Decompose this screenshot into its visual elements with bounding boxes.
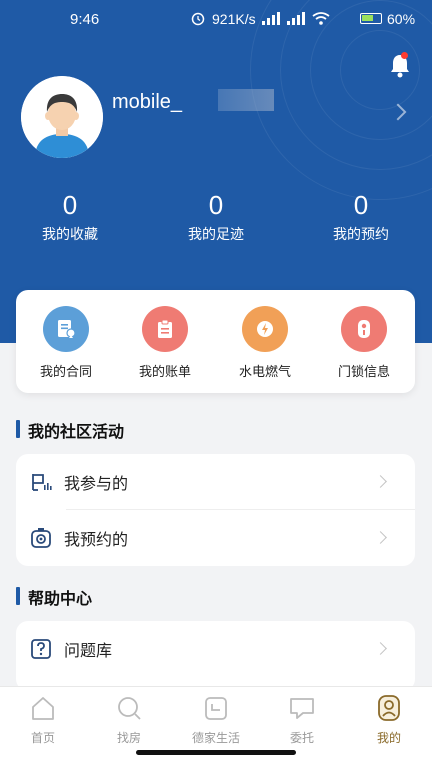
stat-label: 我的收藏 — [42, 227, 98, 243]
signal-icons — [262, 12, 330, 25]
quick-action-label: 我的合同 — [39, 365, 92, 380]
stat-reservations[interactable]: 0 我的预约 — [301, 190, 421, 244]
quick-action-utilities[interactable]: 水电燃气 — [217, 306, 313, 380]
tab-home[interactable]: 首页 — [0, 693, 86, 746]
profile-icon — [378, 695, 400, 721]
notification-dot — [401, 52, 408, 59]
tab-label: 我的 — [376, 731, 401, 745]
bottom-tab-bar: 首页 找房 德家生活 委托 我的 — [0, 686, 432, 768]
list-item-question-bank[interactable]: 问题库 — [16, 621, 415, 677]
reserved-icon — [31, 528, 51, 548]
chat-icon — [290, 698, 314, 719]
stat-label: 我的足迹 — [188, 227, 244, 243]
tab-label: 找房 — [116, 731, 141, 745]
tab-find-house[interactable]: 找房 — [86, 693, 172, 746]
status-bar: 9:46 921K/s 60% — [0, 0, 432, 38]
contract-icon — [43, 306, 89, 352]
stat-value: 0 — [208, 190, 224, 220]
quick-action-contract[interactable]: 我的合同 — [18, 306, 114, 380]
quick-action-door-lock[interactable]: 门锁信息 — [316, 306, 412, 380]
section-title-help: 帮助中心 — [16, 585, 92, 609]
life-icon — [205, 697, 227, 720]
quick-action-label: 门锁信息 — [337, 365, 390, 380]
list-item-reserved[interactable]: 我预约的 — [16, 510, 415, 566]
tab-profile[interactable]: 我的 — [346, 693, 432, 746]
search-icon — [118, 697, 141, 720]
quick-action-bill[interactable]: 我的账单 — [117, 306, 213, 380]
network-speed: 921K/s — [212, 11, 256, 27]
home-icon — [32, 697, 54, 720]
stat-value: 0 — [62, 190, 78, 220]
community-list-card: 我参与的 我预约的 — [16, 454, 415, 566]
tab-entrust[interactable]: 委托 — [259, 693, 345, 746]
wifi-icon — [312, 12, 330, 25]
chevron-right-icon — [374, 475, 387, 488]
tab-label: 委托 — [289, 731, 314, 745]
chevron-right-icon — [374, 531, 387, 544]
list-item-participated[interactable]: 我参与的 — [16, 454, 415, 510]
stat-label: 我的预约 — [333, 227, 389, 243]
bill-icon — [142, 306, 188, 352]
alarm-icon — [190, 10, 206, 30]
quick-action-label: 我的账单 — [138, 365, 191, 380]
door-lock-icon — [341, 306, 387, 352]
masked-phone-number — [218, 89, 274, 111]
tab-label: 首页 — [30, 731, 55, 745]
list-item-label: 我参与的 — [64, 474, 129, 493]
status-time: 9:46 — [70, 11, 100, 28]
question-bank-icon — [31, 639, 51, 659]
battery-icon — [360, 13, 382, 24]
list-item-label: 问题库 — [64, 641, 113, 660]
quick-action-label: 水电燃气 — [238, 365, 291, 380]
home-indicator — [136, 750, 296, 755]
username[interactable]: mobile_ — [112, 91, 182, 114]
signal-icon — [287, 12, 305, 25]
stat-favorites[interactable]: 0 我的收藏 — [10, 190, 130, 244]
chevron-right-icon — [374, 642, 387, 655]
tab-life[interactable]: 德家生活 — [173, 693, 259, 746]
stat-value: 0 — [353, 190, 369, 220]
tab-label: 德家生活 — [191, 731, 240, 745]
section-title-community: 我的社区活动 — [16, 418, 124, 442]
battery-percent: 60% — [387, 11, 416, 27]
list-item-label: 我预约的 — [64, 530, 129, 549]
quick-actions-card: 我的合同 我的账单 水电燃气 门锁信息 — [16, 290, 415, 393]
stat-footprints[interactable]: 0 我的足迹 — [156, 190, 276, 244]
participated-icon — [32, 474, 52, 491]
help-list-card: 问题库 — [16, 621, 415, 691]
utilities-icon — [242, 306, 288, 352]
avatar[interactable] — [21, 76, 103, 158]
signal-icon — [262, 12, 280, 25]
